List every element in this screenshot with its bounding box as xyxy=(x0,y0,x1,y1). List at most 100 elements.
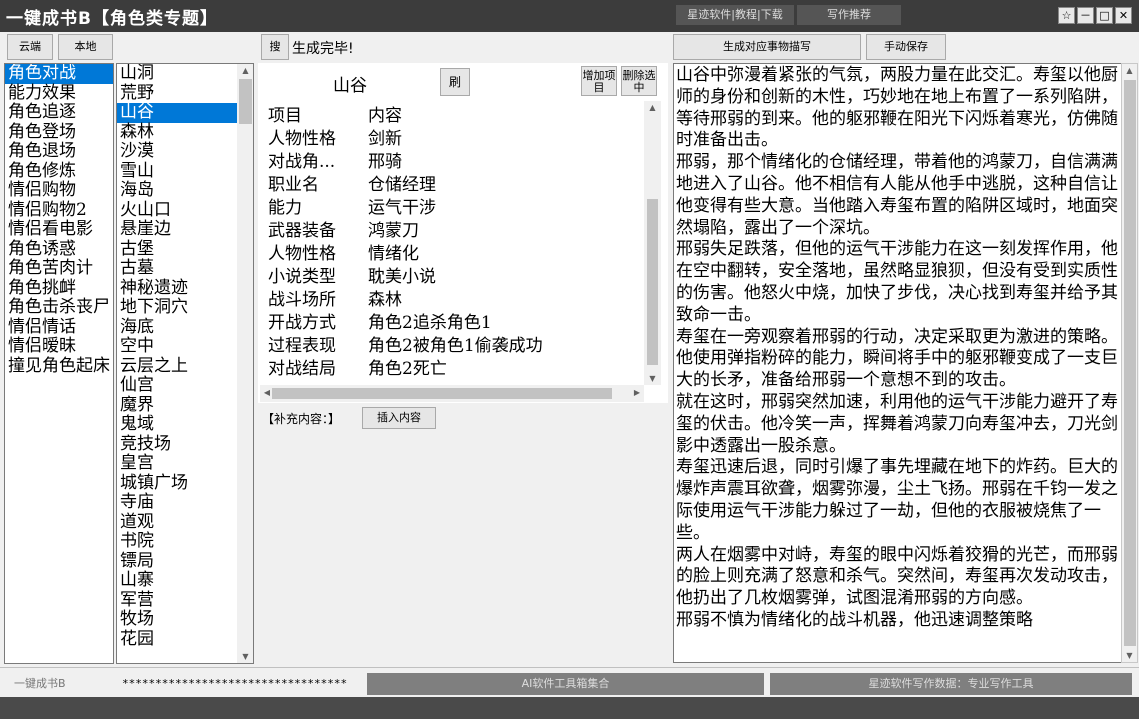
property-row[interactable]: 能力 运气干涉 xyxy=(268,197,648,220)
property-row[interactable]: 人物性格 情绪化 xyxy=(268,243,648,266)
property-table-vscroll[interactable]: ▲ ▼ xyxy=(644,101,661,385)
property-table-hscroll[interactable]: ◀ ▶ xyxy=(260,385,644,402)
location-item[interactable]: 魔界 xyxy=(117,395,237,416)
location-list[interactable]: 山洞 荒野 山谷 森林 沙漠 雪山 海岛 火山口 悬崖边 古堡 古墓 神秘遗迹 地下洞穴 海底 空中 云层之上… xyxy=(116,63,254,664)
category-item[interactable]: 情侣看电影 xyxy=(5,219,113,240)
local-button[interactable]: 本地 xyxy=(58,34,113,60)
manual-save-button[interactable]: 手动保存 xyxy=(866,34,946,60)
location-item[interactable]: 悬崖边 xyxy=(117,219,237,240)
category-item[interactable]: 角色修炼 xyxy=(5,161,113,182)
minimize-icon[interactable]: － xyxy=(1077,7,1094,24)
location-item[interactable]: 牧场 xyxy=(117,609,237,630)
property-key: 对战结局 xyxy=(268,359,336,379)
location-list-scrollbar[interactable]: ▲ ▼ xyxy=(237,64,253,663)
location-item[interactable]: 道观 xyxy=(117,512,237,533)
search-button[interactable]: 搜 xyxy=(261,34,289,60)
location-item[interactable]: 鬼域 xyxy=(117,414,237,435)
close-icon[interactable]: ✕ xyxy=(1115,7,1132,24)
location-item[interactable]: 古墓 xyxy=(117,258,237,279)
category-item[interactable]: 角色对战 xyxy=(5,64,113,84)
table-hscroll-thumb[interactable] xyxy=(272,388,612,399)
table-scroll-up-icon[interactable]: ▲ xyxy=(644,103,661,112)
location-item[interactable]: 山寨 xyxy=(117,570,237,591)
pin-icon[interactable]: ☆ xyxy=(1058,7,1075,24)
story-scroll-thumb[interactable] xyxy=(1124,80,1136,646)
property-row[interactable]: 职业名 仓储经理 xyxy=(268,174,648,197)
location-item[interactable]: 古堡 xyxy=(117,239,237,260)
category-list[interactable]: 角色对战 能力效果 角色追逐 角色登场 角色退场 角色修炼 情侣购物 情侣购物2 情侣看电影 角色… xyxy=(4,63,114,664)
property-row[interactable]: 对战结局 角色2死亡 xyxy=(268,358,648,381)
bottom-bar xyxy=(0,697,1139,719)
generate-description-button[interactable]: 生成对应事物描写 xyxy=(673,34,861,60)
location-item[interactable]: 荒野 xyxy=(117,83,237,104)
category-item[interactable]: 角色击杀丧尸 xyxy=(5,297,113,318)
location-item[interactable]: 地下洞穴 xyxy=(117,297,237,318)
category-item[interactable]: 角色诱惑 xyxy=(5,239,113,260)
property-row[interactable]: 过程表现 角色2被角色1偷袭成功 xyxy=(268,335,648,358)
location-item[interactable]: 书院 xyxy=(117,531,237,552)
status-left-text: 一键成书B xyxy=(4,673,112,695)
insert-content-button[interactable]: 插入内容 xyxy=(362,407,436,429)
table-scroll-right-icon[interactable]: ▶ xyxy=(632,388,642,397)
property-row[interactable]: 人物性格 剑新 xyxy=(268,128,648,151)
location-item[interactable]: 镖局 xyxy=(117,551,237,572)
ai-toolbox-button[interactable]: AI软件工具箱集合 xyxy=(367,673,764,695)
location-item[interactable]: 森林 xyxy=(117,122,237,143)
delete-selected-button[interactable]: 删除选中 xyxy=(621,66,657,96)
property-table[interactable]: 项目 内容 人物性格 剑新 对战角... 邢骑 职业名 仓储经理 能力 运气干涉 武器装备 鸿蒙刀人… xyxy=(268,105,648,381)
location-item[interactable]: 竞技场 xyxy=(117,434,237,455)
location-item[interactable]: 海岛 xyxy=(117,180,237,201)
cloud-button[interactable]: 云端 xyxy=(7,34,53,60)
category-item[interactable]: 情侣情话 xyxy=(5,317,113,338)
property-value: 情绪化 xyxy=(368,244,419,264)
add-item-button[interactable]: 增加项目 xyxy=(581,66,617,96)
location-item[interactable]: 皇宫 xyxy=(117,453,237,474)
property-row[interactable]: 对战角... 邢骑 xyxy=(268,151,648,174)
location-item[interactable]: 寺庙 xyxy=(117,492,237,513)
location-item[interactable]: 山谷 xyxy=(117,102,237,123)
category-item[interactable]: 角色挑衅 xyxy=(5,278,113,299)
story-text-area[interactable]: 山谷中弥漫着紧张的气氛，两股力量在此交汇。寿玺以他厨师的身份和创新的木性，巧妙地… xyxy=(673,63,1123,663)
category-item[interactable]: 情侣购物 xyxy=(5,180,113,201)
top-link-tutorials[interactable]: 星迹软件|教程|下载 xyxy=(676,5,794,25)
location-item[interactable]: 云层之上 xyxy=(117,356,237,377)
property-row[interactable]: 战斗场所 森林 xyxy=(268,289,648,312)
scroll-up-icon[interactable]: ▲ xyxy=(237,66,253,75)
maximize-icon[interactable]: □ xyxy=(1096,7,1113,24)
location-item[interactable]: 雪山 xyxy=(117,161,237,182)
category-item[interactable]: 角色退场 xyxy=(5,141,113,162)
table-vscroll-thumb[interactable] xyxy=(647,199,658,365)
category-item[interactable]: 情侣暧昧 xyxy=(5,336,113,357)
location-item[interactable]: 空中 xyxy=(117,336,237,357)
location-item[interactable]: 海底 xyxy=(117,317,237,338)
story-scroll-up-icon[interactable]: ▲ xyxy=(1122,66,1137,75)
location-item[interactable]: 神秘遗迹 xyxy=(117,278,237,299)
location-item[interactable]: 花园 xyxy=(117,629,237,650)
property-value: 角色2追杀角色1 xyxy=(368,313,492,333)
location-item[interactable]: 沙漠 xyxy=(117,141,237,162)
location-item[interactable]: 山洞 xyxy=(117,64,237,84)
category-item[interactable]: 角色苦肉计 xyxy=(5,258,113,279)
location-item[interactable]: 仙宫 xyxy=(117,375,237,396)
category-item[interactable]: 能力效果 xyxy=(5,83,113,104)
property-row[interactable]: 开战方式 角色2追杀角色1 xyxy=(268,312,648,335)
table-scroll-left-icon[interactable]: ◀ xyxy=(262,388,272,397)
category-item[interactable]: 角色追逐 xyxy=(5,102,113,123)
location-list-scroll-thumb[interactable] xyxy=(239,79,252,124)
scroll-down-icon[interactable]: ▼ xyxy=(237,652,253,661)
property-row[interactable]: 武器装备 鸿蒙刀 xyxy=(268,220,648,243)
refresh-button[interactable]: 刷 xyxy=(440,68,470,96)
location-item[interactable]: 火山口 xyxy=(117,200,237,221)
writing-data-button[interactable]: 星迹软件写作数据：专业写作工具 xyxy=(770,673,1132,695)
property-row[interactable]: 小说类型 耽美小说 xyxy=(268,266,648,289)
location-item[interactable]: 军营 xyxy=(117,590,237,611)
story-scroll-down-icon[interactable]: ▼ xyxy=(1122,651,1137,660)
property-key: 对战角... xyxy=(268,152,336,172)
story-scrollbar[interactable]: ▲ ▼ xyxy=(1121,63,1138,663)
category-item[interactable]: 撞见角色起床 xyxy=(5,356,113,377)
category-item[interactable]: 情侣购物2 xyxy=(5,200,113,221)
table-scroll-down-icon[interactable]: ▼ xyxy=(644,374,661,383)
category-item[interactable]: 角色登场 xyxy=(5,122,113,143)
top-link-recommend[interactable]: 写作推荐 xyxy=(797,5,901,25)
location-item[interactable]: 城镇广场 xyxy=(117,473,237,494)
